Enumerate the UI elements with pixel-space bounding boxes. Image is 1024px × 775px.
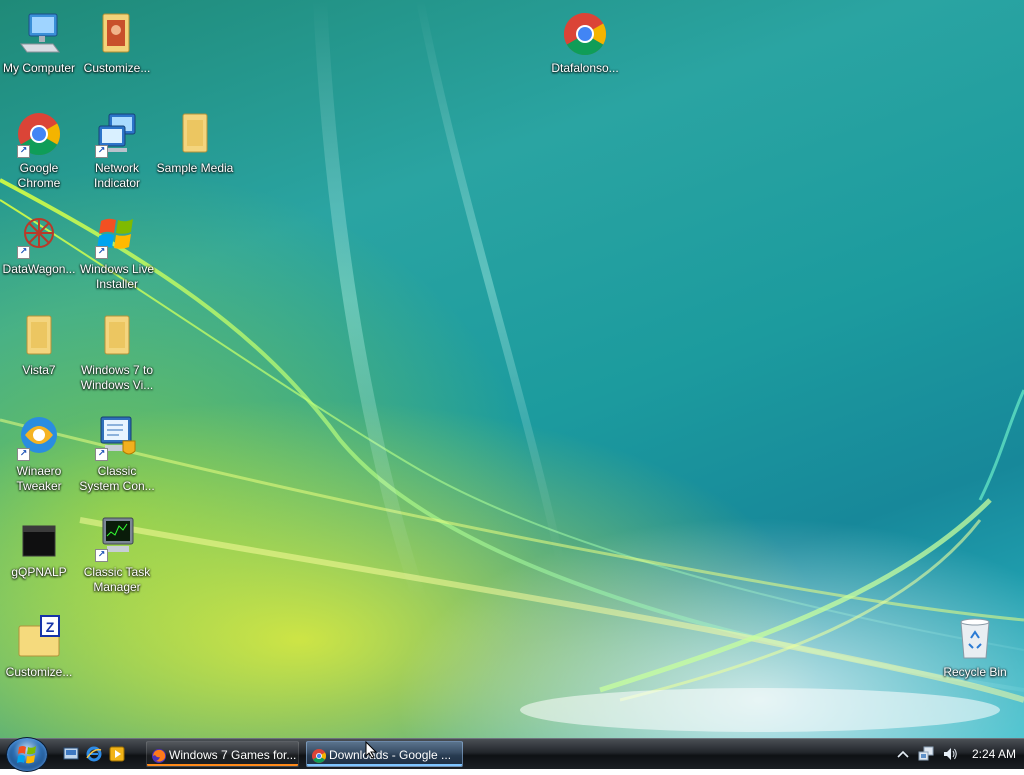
winaero-icon: ↗ xyxy=(15,413,63,461)
datawagon-icon: ↗ xyxy=(15,211,63,259)
media-player-icon[interactable] xyxy=(109,746,125,762)
desktop-icon-windows-live-installer[interactable]: ↗ Windows Live Installer xyxy=(78,211,156,292)
windows-flag-icon: ↗ xyxy=(93,211,141,259)
desktop-icon-label: Google Chrome xyxy=(17,161,61,190)
task-manager-icon: ↗ xyxy=(93,514,141,562)
desktop-icon-customize-1[interactable]: Customize... xyxy=(78,10,156,76)
desktop-icon-dtafalonso[interactable]: Dtafalonso... xyxy=(546,10,624,76)
folder-icon xyxy=(171,110,219,158)
desktop-icon-label: Customize... xyxy=(83,61,151,75)
taskbar-button-underline xyxy=(307,764,462,766)
desktop-icon-sample-media[interactable]: Sample Media xyxy=(156,110,234,176)
chrome-icon: ↗ xyxy=(15,110,63,158)
computer-icon xyxy=(15,10,63,58)
desktop-icon-label: Windows Live Installer xyxy=(79,262,155,291)
desktop-icon-label: Vista7 xyxy=(22,363,56,377)
folder-icon xyxy=(93,312,141,360)
system-config-icon: ↗ xyxy=(93,413,141,461)
desktop-icon-label: gQPNALP xyxy=(11,565,67,579)
desktop-icon-gqpnalp[interactable]: gQPNALP xyxy=(0,514,78,580)
desktop-icon-datawagon[interactable]: ↗ DataWagon... xyxy=(0,211,78,277)
black-square-icon xyxy=(15,514,63,562)
mouse-cursor-icon xyxy=(365,740,378,763)
shortcut-arrow-icon: ↗ xyxy=(17,448,30,461)
taskbar-button-firefox[interactable]: Windows 7 Games for... xyxy=(146,741,299,767)
shortcut-arrow-icon: ↗ xyxy=(17,145,30,158)
desktop-icon-label: Classic Task Manager xyxy=(83,565,151,594)
taskbar-button-label: Downloads - Google ... xyxy=(329,748,452,762)
desktop-icon-my-computer[interactable]: My Computer xyxy=(0,10,78,76)
desktop-icon-label: Dtafalonso... xyxy=(551,61,619,75)
start-orb-icon[interactable] xyxy=(6,737,48,772)
internet-explorer-icon[interactable] xyxy=(86,746,102,762)
shortcut-arrow-icon: ↗ xyxy=(95,246,108,259)
shortcut-arrow-icon: ↗ xyxy=(17,246,30,259)
desktop-icon-winaero-tweaker[interactable]: ↗ Winaero Tweaker xyxy=(0,413,78,494)
desktop-icon-label: Sample Media xyxy=(156,161,234,175)
taskbar-button-underline xyxy=(147,764,298,766)
desktop-icon-label: Network Indicator xyxy=(93,161,141,190)
desktop-icon-label: DataWagon... xyxy=(2,262,76,276)
desktop-icon-win7-to-vista[interactable]: Windows 7 to Windows Vi... xyxy=(78,312,156,393)
desktop-icon-label: Winaero Tweaker xyxy=(16,464,62,493)
desktop-icon-vista7[interactable]: Vista7 xyxy=(0,312,78,378)
shortcut-arrow-icon: ↗ xyxy=(95,145,108,158)
zip-folder-icon: Z xyxy=(15,614,63,662)
taskbar-button-label: Windows 7 Games for... xyxy=(169,748,297,762)
desktop-icon-customize-2[interactable]: Z Customize... xyxy=(0,614,78,680)
desktop-icon-network-indicator[interactable]: ↗ Network Indicator xyxy=(78,110,156,191)
desktop-wallpaper: My Computer Customize... Dtafalonso... ↗… xyxy=(0,0,1024,738)
shortcut-arrow-icon: ↗ xyxy=(95,549,108,562)
folder-icon xyxy=(15,312,63,360)
network-icon[interactable] xyxy=(918,746,934,762)
shortcut-arrow-icon: ↗ xyxy=(95,448,108,461)
desktop-icon-label: Recycle Bin xyxy=(943,665,1007,679)
desktop-icon-classic-task-manager[interactable]: ↗ Classic Task Manager xyxy=(78,514,156,595)
volume-icon[interactable] xyxy=(942,746,958,762)
chrome-icon xyxy=(561,10,609,58)
desktop-icon-label: Classic System Con... xyxy=(79,464,155,493)
taskbar: Windows 7 Games for... Downloads - Googl… xyxy=(0,737,1024,772)
desktop-icon-recycle-bin[interactable]: Recycle Bin xyxy=(936,614,1014,680)
desktop-icon-label: My Computer xyxy=(2,61,76,75)
desktop-icon-classic-system-con[interactable]: ↗ Classic System Con... xyxy=(78,413,156,494)
clock[interactable]: 2:24 AM xyxy=(968,739,1020,769)
desktop-icon-label: Customize... xyxy=(5,665,73,679)
recycle-bin-icon xyxy=(951,614,999,662)
desktop-icon-google-chrome[interactable]: ↗ Google Chrome xyxy=(0,110,78,191)
network-icon: ↗ xyxy=(93,110,141,158)
show-hidden-icons-chevron[interactable] xyxy=(895,746,911,762)
firefox-icon xyxy=(151,747,167,763)
svg-text:Z: Z xyxy=(46,619,55,635)
chrome-icon xyxy=(311,747,327,763)
folder-icon xyxy=(93,10,141,58)
taskbar-button-chrome-downloads[interactable]: Downloads - Google ... xyxy=(306,741,463,767)
show-desktop-icon[interactable] xyxy=(63,746,79,762)
desktop-icon-label: Windows 7 to Windows Vi... xyxy=(80,363,154,392)
